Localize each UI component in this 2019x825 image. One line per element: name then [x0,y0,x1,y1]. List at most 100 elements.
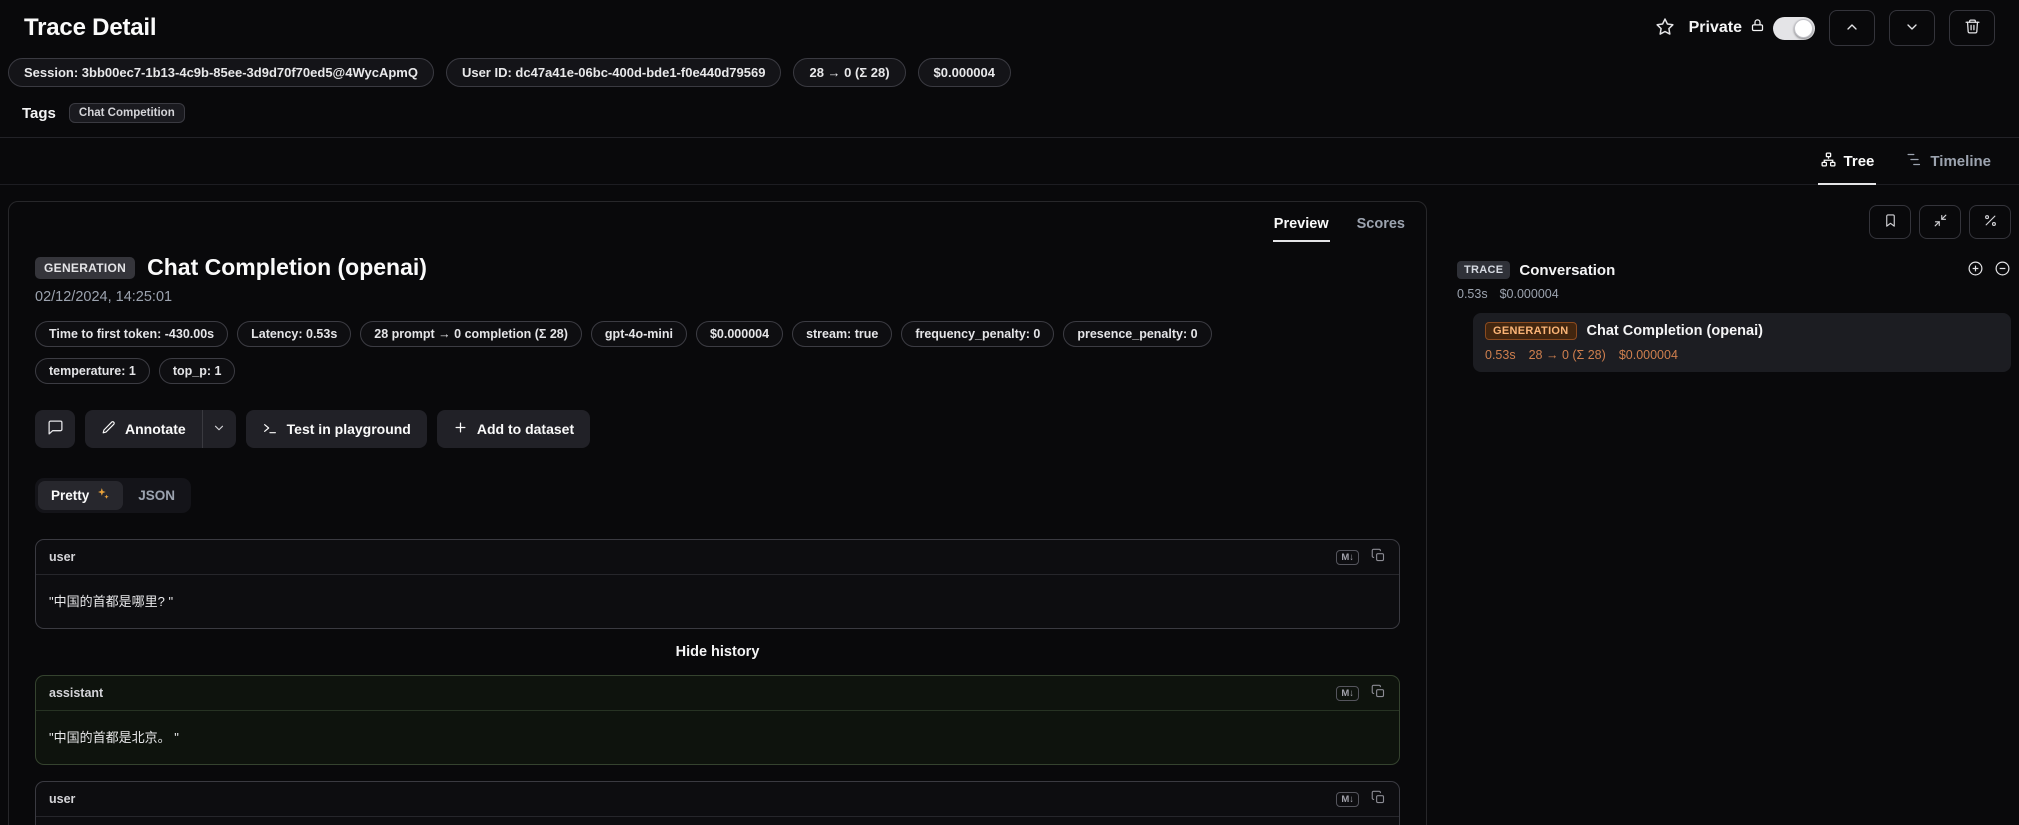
tab-timeline[interactable]: Timeline [1904,138,1993,185]
delete-trace-button[interactable] [1949,10,1995,46]
copy-button[interactable] [1371,684,1386,702]
markdown-toggle-icon[interactable]: M↓ [1336,792,1359,807]
minimize-icon [1933,213,1948,231]
trace-type-badge: TRACE [1457,261,1510,279]
observation-timestamp: 02/12/2024, 14:25:01 [35,289,1400,305]
message-role: user [49,550,75,564]
topbar-actions: Private [1655,10,1995,46]
bookmark-icon [1883,213,1898,231]
user-id-badge[interactable]: User ID: dc47a41e-06bc-400d-bde1-f0e440d… [446,58,782,87]
trace-meta-row: Session: 3bb00ec7-1b13-4c9b-85ee-3d9d70f… [0,54,2019,87]
pill-temperature: temperature: 1 [35,358,150,384]
percent-icon [1983,213,1998,231]
pill-frequency-penalty: frequency_penalty: 0 [901,321,1054,347]
markdown-toggle-icon[interactable]: M↓ [1336,550,1359,565]
chevron-up-icon [1844,19,1860,38]
annotation-queue-button[interactable] [1869,205,1911,239]
previous-trace-button[interactable] [1829,10,1875,46]
plus-icon [453,420,468,438]
pill-cost: $0.000004 [696,321,783,347]
message-assistant: assistant M↓ "中国的首都是北京。 " [35,675,1400,765]
generation-cost: $0.000004 [1619,348,1678,362]
test-in-playground-button[interactable]: Test in playground [246,410,427,448]
session-badge[interactable]: Session: 3bb00ec7-1b13-4c9b-85ee-3d9d70f… [8,58,434,87]
generation-node-header: GENERATION Chat Completion (openai) [1485,322,1999,340]
message-tools: M↓ [1336,790,1386,808]
tab-preview[interactable]: Preview [1273,210,1330,242]
message-content: "中国的首都是哪里? " [36,575,1399,628]
annotate-button[interactable]: Annotate [85,410,202,448]
pill-token-usage: 28 prompt → 0 completion (Σ 28) [360,321,582,347]
trash-icon [1964,18,1981,38]
copy-button[interactable] [1371,548,1386,566]
add-to-dataset-button[interactable]: Add to dataset [437,410,590,448]
expand-all-button[interactable] [1967,260,1984,280]
trace-cost: $0.000004 [1500,287,1559,301]
comments-button[interactable] [35,410,75,448]
trace-root-node[interactable]: TRACE Conversation [1457,260,2011,280]
pretty-label: Pretty [51,488,89,503]
tab-tree-label: Tree [1844,153,1875,170]
trace-detail-page: Trace Detail Private [0,0,2019,825]
message-header: user M↓ [36,540,1399,575]
pretty-toggle[interactable]: Pretty [38,481,123,510]
plus-circle-icon [1967,260,1984,280]
tab-scores[interactable]: Scores [1356,210,1406,242]
format-toggle: Pretty JSON [35,478,191,513]
message-tools: M↓ [1336,548,1386,566]
collapse-all-button[interactable] [1919,205,1961,239]
annotate-dropdown-button[interactable] [202,410,236,448]
message-user-2: user M↓ "谢谢" [35,781,1400,825]
trace-name: Conversation [1519,262,1615,279]
toggle-knob [1794,19,1813,38]
observation-header: GENERATION Chat Completion (openai) [35,254,1400,281]
privacy-control: Private [1689,17,1815,40]
generation-tree-node[interactable]: GENERATION Chat Completion (openai) 0.53… [1473,313,2011,372]
observation-body: GENERATION Chat Completion (openai) 02/1… [9,242,1426,825]
view-tabs: Tree Timeline [0,138,2019,185]
pill-stream: stream: true [792,321,892,347]
observation-pills: Time to first token: -430.00s Latency: 0… [35,321,1225,384]
pill-latency: Latency: 0.53s [237,321,351,347]
markdown-toggle-icon[interactable]: M↓ [1336,686,1359,701]
trace-tree-panel: TRACE Conversation 0.53s [1457,201,2011,372]
chat-bubble-icon [47,419,64,439]
tag-chip[interactable]: Chat Competition [69,103,185,123]
bookmark-star-button[interactable] [1655,17,1675,40]
public-toggle[interactable] [1773,17,1815,40]
tags-label: Tags [22,105,56,122]
trace-latency: 0.53s [1457,287,1488,301]
chevron-down-icon [1904,19,1920,38]
trace-row-icons [1967,260,2011,280]
generation-latency: 0.53s [1485,348,1516,362]
tab-tree[interactable]: Tree [1818,138,1877,185]
topbar: Trace Detail Private [0,0,2019,54]
message-content: "中国的首都是北京。 " [36,711,1399,764]
trace-metrics: 0.53s $0.000004 [1457,287,2011,301]
add-to-dataset-label: Add to dataset [477,421,574,437]
generation-tokens: 28 → 0 (Σ 28) [1529,348,1606,362]
observation-actions: Annotate Test in playground [35,410,1400,448]
next-trace-button[interactable] [1889,10,1935,46]
copy-button[interactable] [1371,790,1386,808]
timeline-icon [1906,151,1923,172]
pill-model[interactable]: gpt-4o-mini [591,321,687,347]
chevron-down-icon [212,421,226,438]
copy-icon [1371,684,1386,702]
collapse-node-button[interactable] [1994,260,2011,280]
generation-node-title: Chat Completion (openai) [1587,323,1763,339]
observation-title: Chat Completion (openai) [147,254,427,281]
pill-presence-penalty: presence_penalty: 0 [1063,321,1211,347]
terminal-icon [262,420,278,439]
observation-tabs: Preview Scores [9,202,1426,242]
copy-icon [1371,790,1386,808]
playground-label: Test in playground [287,421,411,437]
hide-history-button[interactable]: Hide history [35,644,1400,660]
generation-type-badge: GENERATION [35,257,135,279]
tab-timeline-label: Timeline [1930,153,1991,170]
show-metrics-button[interactable] [1969,205,2011,239]
copy-icon [1371,548,1386,566]
json-toggle[interactable]: JSON [125,481,188,510]
message-user-1: user M↓ "中国的首都是哪里? " [35,539,1400,629]
minus-circle-icon [1994,260,2011,280]
